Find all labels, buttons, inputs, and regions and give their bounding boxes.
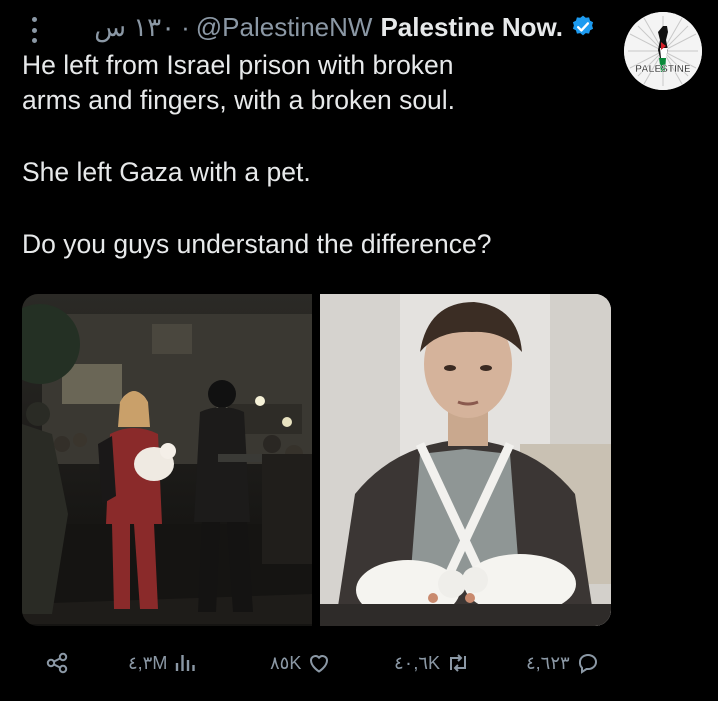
reply-bubble-icon (578, 654, 597, 674)
user-handle[interactable]: @PalestineNW (196, 12, 373, 43)
reply-button[interactable]: ٤,٦٢٣ (526, 645, 600, 681)
views-chart-icon (176, 655, 196, 671)
retweet-button[interactable]: ٤٠,٦K (394, 645, 470, 681)
tweet-line: Do you guys understand the difference? (22, 229, 492, 259)
heart-icon (310, 655, 329, 673)
views-button[interactable]: ٤,٣M (128, 645, 197, 681)
tweet-header: ١٣٠ س · @PalestineNW Palestine Now. (94, 10, 596, 44)
like-button[interactable]: ٨٥K (270, 645, 331, 681)
share-icon (46, 652, 68, 674)
tweet-line: She left Gaza with a pet. (22, 157, 311, 187)
media-photo-right[interactable] (320, 294, 611, 626)
tweet-line: arms and fingers, with a broken soul. (22, 85, 456, 115)
retweet-icon (450, 654, 467, 672)
replies-count: ٤,٦٢٣ (526, 652, 570, 673)
tweet-text: He left from Israel prison with broken a… (22, 48, 602, 262)
avatar[interactable]: PALESTINE (624, 12, 702, 90)
likes-count: ٨٥K (270, 652, 302, 673)
more-options-icon[interactable] (30, 17, 38, 43)
retweets-count: ٤٠,٦K (394, 652, 441, 673)
share-button[interactable] (45, 645, 69, 681)
media-photo-left[interactable] (22, 294, 312, 626)
separator-dot: · (181, 11, 190, 42)
views-count: ٤,٣M (128, 652, 168, 673)
tweet-actions: ٤,٣M ٨٥K ٤٠,٦K ٤,٦٢٣ (0, 645, 718, 681)
palestine-logo-icon: PALESTINE (624, 12, 702, 90)
verified-badge-icon (572, 15, 594, 36)
tweet-line: He left from Israel prison with broken (22, 50, 454, 80)
display-name[interactable]: Palestine Now. (380, 12, 563, 43)
media-grid (22, 294, 611, 626)
svg-text:PALESTINE: PALESTINE (635, 64, 691, 75)
timestamp[interactable]: ١٣٠ س (94, 12, 175, 43)
